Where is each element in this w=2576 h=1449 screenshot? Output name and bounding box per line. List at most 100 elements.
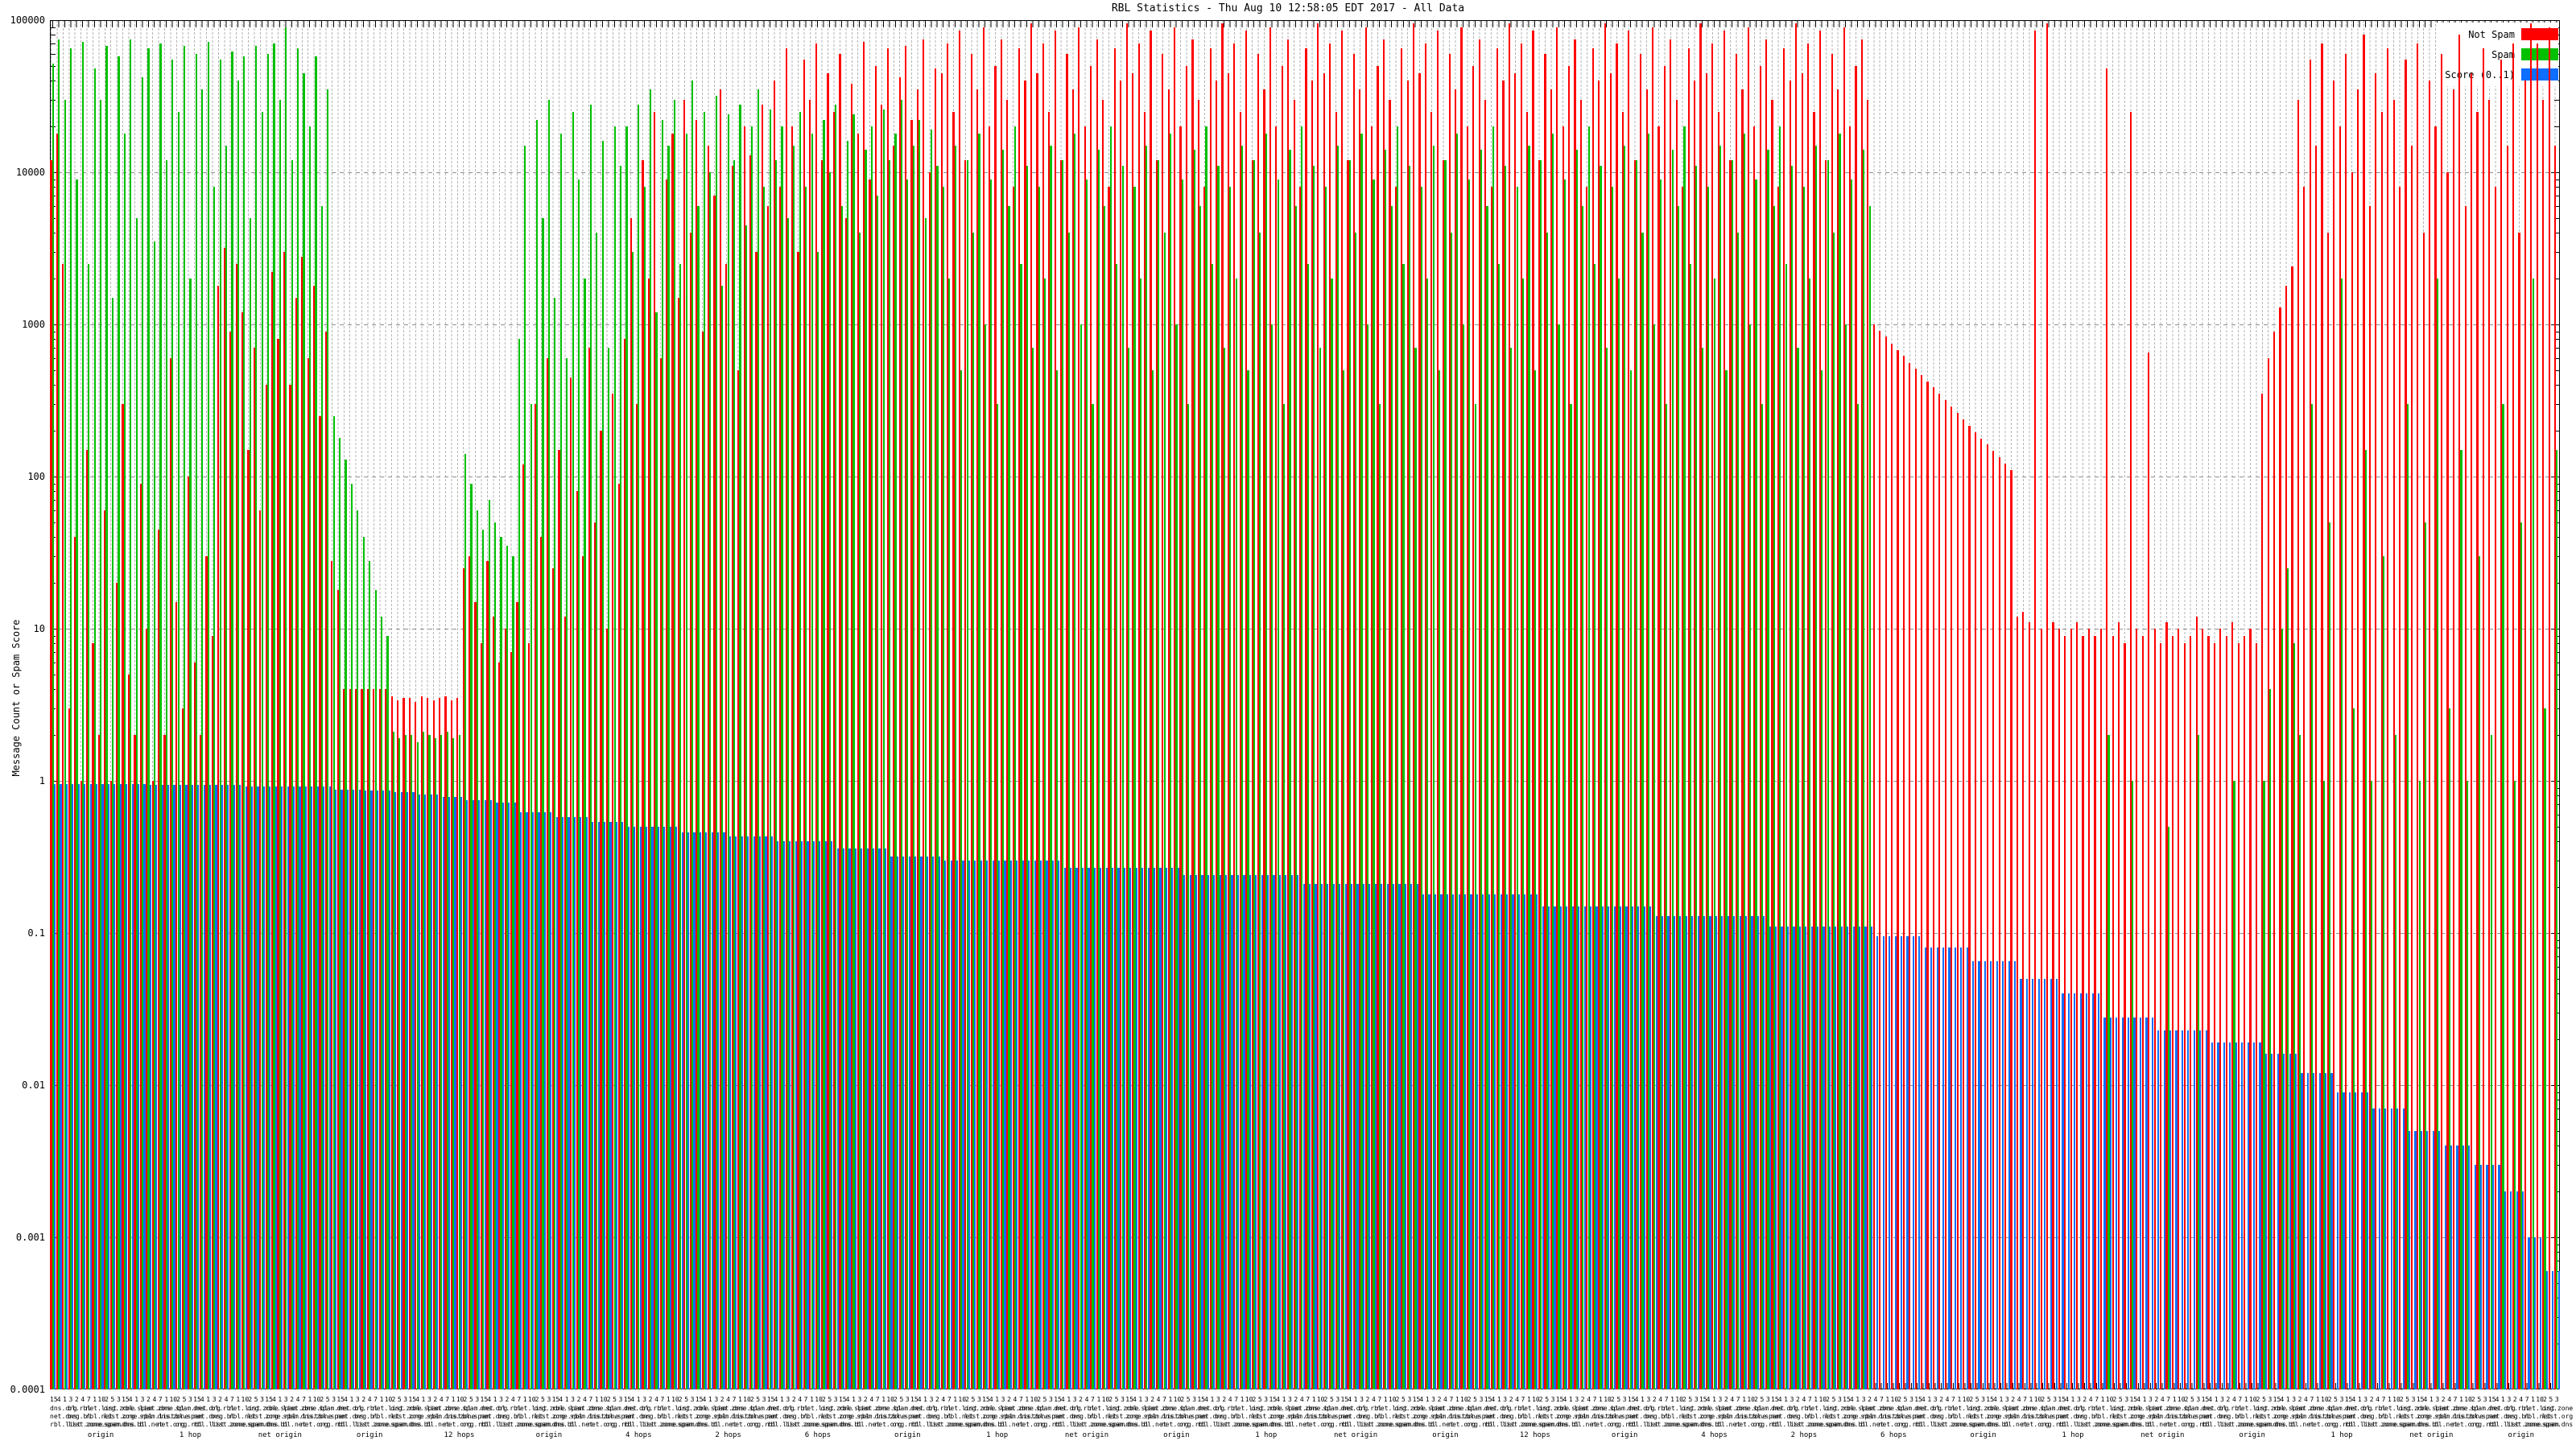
x-tick-label: rbl.list [481, 1421, 498, 1429]
x-tick-number: 4 [271, 1396, 277, 1404]
bar-group [253, 20, 258, 1389]
x-suffix-word: 12 hops [444, 1431, 475, 1439]
bar-group [456, 20, 462, 1389]
x-tick-number: 4 [1490, 1396, 1496, 1404]
x-tick-number: 5 [970, 1396, 976, 1404]
x-tick-number: 15 [1269, 1396, 1274, 1404]
bar-group [552, 20, 558, 1389]
x-tick-number: 15 [1413, 1396, 1418, 1404]
x-tick-label: net.list [1520, 1405, 1538, 1413]
bar-group [2249, 20, 2255, 1389]
x-tick-label: list.org [1538, 1413, 1556, 1421]
x-tick-label: org.bl [355, 1413, 373, 1421]
bar-group [1544, 20, 1550, 1389]
x-tick-number: 2 [534, 1396, 539, 1404]
x-tick-number: 4 [2351, 1396, 2356, 1404]
x-tick-number: 15 [1843, 1396, 1848, 1404]
x-tick-number: 7 [1951, 1396, 1956, 1404]
x-tick-number: 1 [2070, 1396, 2075, 1404]
x-suffix-word: 12 hops [1520, 1431, 1550, 1439]
x-tick-label: org.zone [1682, 1405, 1699, 1413]
x-tick-label: zone.spam [659, 1421, 677, 1429]
x-tick-label: spam.list [283, 1413, 301, 1421]
x-tick-label: dns.org [1197, 1405, 1215, 1413]
x-tick-number: 1 [1167, 1396, 1173, 1404]
bar-group [2494, 20, 2500, 1389]
x-tick-label: list.org [534, 1413, 551, 1421]
x-tick-number: 2 [74, 1396, 80, 1404]
x-tick-label: org.zone [2112, 1405, 2129, 1413]
x-tick-number: 2 [1150, 1396, 1155, 1404]
bar-not-spam [2124, 643, 2125, 1389]
x-tick-label: rbl.net [947, 1413, 964, 1421]
x-tick-number: 15 [1341, 1396, 1347, 1404]
x-tick-label: dns.org [2058, 1405, 2075, 1413]
x-tick-number: 7 [1591, 1396, 1597, 1404]
x-tick-number: 3 [1071, 1396, 1077, 1404]
bar-group [815, 20, 820, 1389]
x-tick-number: 4 [56, 1396, 61, 1404]
x-tick-label: dns.org [1054, 1405, 1071, 1413]
bar-group [1771, 20, 1777, 1389]
bar-group [863, 20, 869, 1389]
bar-not-spam [2034, 31, 2036, 1389]
bar-group [2279, 20, 2285, 1389]
bar-group [1472, 20, 1478, 1389]
x-tick-label: org.bl [1789, 1413, 1806, 1421]
x-tick-number: 1 [1885, 1396, 1890, 1404]
bar-spam [2556, 450, 2557, 1389]
bar-group [1281, 20, 1286, 1389]
bar-group [2034, 20, 2040, 1389]
x-tick-number: 7 [373, 1396, 378, 1404]
bar-group [1514, 20, 1520, 1389]
x-tick-number: 4 [486, 1396, 492, 1404]
x-tick-number: 4 [869, 1396, 874, 1404]
x-tick-number: 1 [163, 1396, 169, 1404]
x-tick-number: 10 [671, 1396, 677, 1404]
x-tick-label: bl.rbl [2219, 1405, 2237, 1413]
x-tick-number: 3 [546, 1396, 551, 1404]
x-tick-number: 5 [1186, 1396, 1191, 1404]
x-tick-number: 3 [1860, 1396, 1866, 1404]
x-tick-label: zone.rbl [696, 1413, 713, 1421]
x-tick-label: rbl.spam [1413, 1405, 1430, 1413]
bar-group [462, 20, 468, 1389]
x-tick-number: 10 [2536, 1396, 2541, 1404]
x-tick-number: 3 [1789, 1396, 1794, 1404]
x-label-row: net.dnsorg.blrbl.netlist.orgzone.rblspam… [50, 1413, 2560, 1421]
x-tick-label: bl.net [1430, 1421, 1448, 1429]
bar-group [1813, 20, 1818, 1389]
x-tick-number: 2 [1968, 1396, 1974, 1404]
x-tick-label: bl.spam [1036, 1413, 1054, 1421]
x-tick-label: rbl.spam [696, 1405, 713, 1413]
x-tick-number: 15 [265, 1396, 270, 1404]
x-tick-label: list.org [247, 1413, 265, 1421]
bar-group [1275, 20, 1281, 1389]
bar-not-spam [1963, 419, 1964, 1389]
x-tick-label: list.org [2112, 1413, 2129, 1421]
bar-group [2244, 20, 2249, 1389]
bar-group [2261, 20, 2267, 1389]
bar-group [86, 20, 92, 1389]
x-tick-label: org.zone [821, 1405, 839, 1413]
bar-group [2094, 20, 2099, 1389]
bar-group [1012, 20, 1018, 1389]
x-tick-number: 2 [1364, 1396, 1370, 1404]
x-tick-number: 7 [516, 1396, 522, 1404]
bar-group [1556, 20, 1562, 1389]
bar-group [397, 20, 402, 1389]
bar-group [737, 20, 743, 1389]
x-tick-label: dns.bl [2273, 1421, 2291, 1429]
bar-group [1102, 20, 1108, 1389]
bar-group [839, 20, 844, 1389]
x-tick-number: 15 [1556, 1396, 1562, 1404]
x-tick-number: 1 [450, 1396, 456, 1404]
bar-not-spam [2017, 617, 2018, 1389]
x-tick-number: 2 [935, 1396, 940, 1404]
x-tick-label: org.bl [928, 1413, 946, 1421]
bar-group [1496, 20, 1502, 1389]
x-tick-label: rbl.net [2237, 1413, 2255, 1421]
x-tick-number: 1 [2500, 1396, 2506, 1404]
x-tick-number: 1 [666, 1396, 671, 1404]
bar-group [134, 20, 139, 1389]
